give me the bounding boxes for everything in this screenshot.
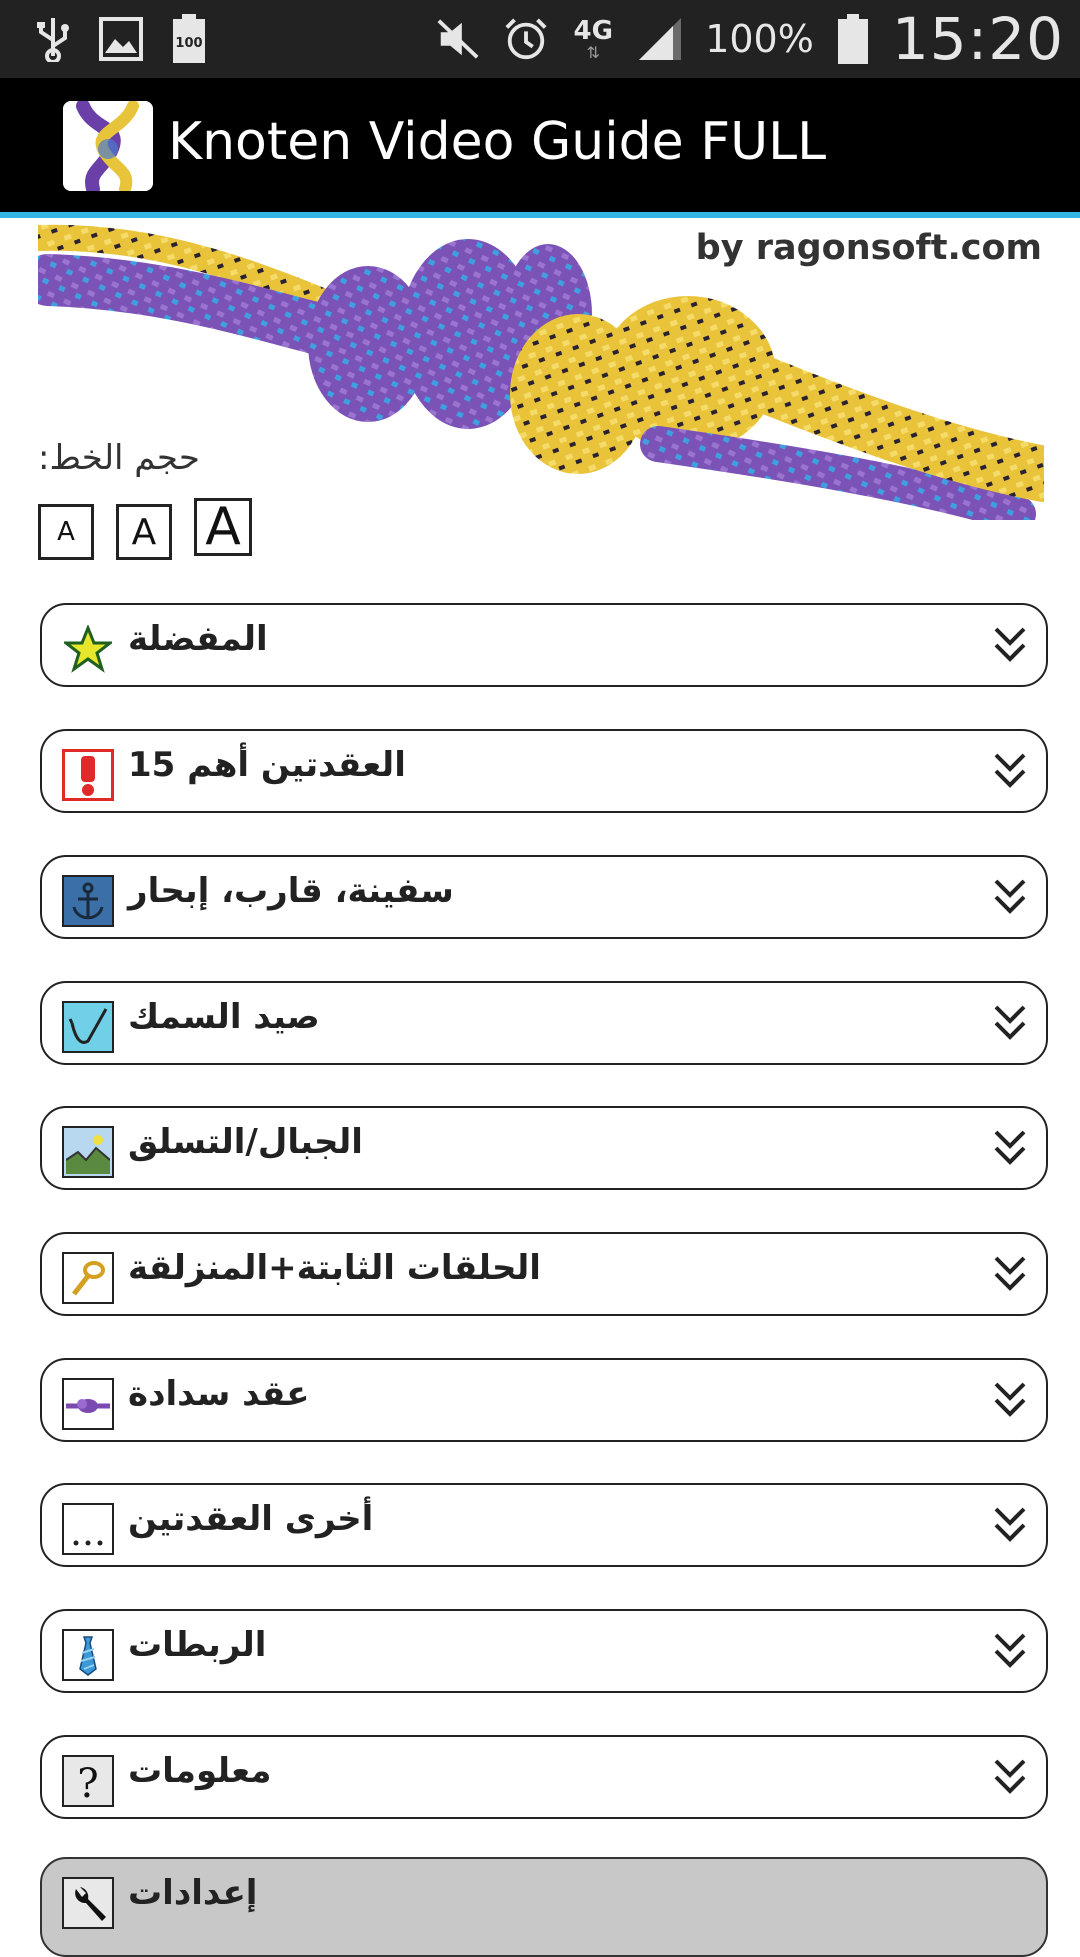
chevron-down-icon <box>994 1507 1026 1542</box>
category-label: المفضلة <box>128 619 268 659</box>
wrench-icon <box>62 1877 114 1929</box>
category-information[interactable]: ? معلومات <box>40 1735 1048 1819</box>
category-stopper-knots[interactable]: عقد سدادة <box>40 1358 1048 1442</box>
clock: 15:20 <box>891 5 1064 73</box>
category-label: معلومات <box>128 1751 272 1791</box>
category-other-knots[interactable]: أخرى العقدتين <box>40 1483 1048 1567</box>
action-bar-divider <box>0 212 1080 218</box>
battery-100-icon: 100 <box>166 14 212 63</box>
chevron-down-icon <box>994 627 1026 662</box>
network-4g-icon: 4G ⇅ <box>573 16 613 62</box>
battery-percent: 100% <box>705 17 814 61</box>
chevron-down-icon <box>994 1256 1026 1291</box>
chevron-down-icon <box>994 1633 1026 1668</box>
stopper-knot-icon <box>62 1378 114 1430</box>
category-label: الجبال/التسلق <box>128 1122 363 1162</box>
category-loops[interactable]: الحلقات الثابتة+المنزلقة <box>40 1232 1048 1316</box>
category-climbing[interactable]: الجبال/التسلق <box>40 1106 1048 1190</box>
mute-icon <box>435 16 481 62</box>
category-label: سفينة، قارب، إبحار <box>128 871 454 911</box>
status-bar: 100 4G ⇅ 100% 15:20 <box>0 0 1080 78</box>
category-settings[interactable]: إعدادات <box>40 1857 1048 1957</box>
exclamation-icon <box>62 749 114 801</box>
byline[interactable]: by ragonsoft.com <box>696 228 1042 268</box>
category-label: إعدادات <box>128 1873 258 1913</box>
category-boating[interactable]: سفينة، قارب، إبحار <box>40 855 1048 939</box>
category-label: أخرى العقدتين <box>128 1499 374 1539</box>
ellipsis-icon <box>62 1503 114 1555</box>
chevron-down-icon <box>994 879 1026 914</box>
category-favorites[interactable]: المفضلة <box>40 603 1048 687</box>
category-ties[interactable]: الربطات <box>40 1609 1048 1693</box>
category-label: الربطات <box>128 1625 267 1665</box>
loop-icon <box>62 1252 114 1304</box>
anchor-icon <box>62 875 114 927</box>
chevron-down-icon <box>994 1382 1026 1417</box>
svg-text:?: ? <box>77 1761 98 1803</box>
chevron-down-icon <box>994 753 1026 788</box>
usb-icon <box>30 16 76 62</box>
font-size-large-button[interactable]: A <box>194 497 252 557</box>
fishing-icon <box>62 1001 114 1053</box>
star-icon <box>62 623 114 675</box>
alarm-icon <box>503 16 549 62</box>
category-top-15[interactable]: العقدتين أهم 15 <box>40 729 1048 813</box>
app-title: Knoten Video Guide FULL <box>168 112 827 172</box>
svg-text:100: 100 <box>175 36 202 51</box>
font-size-label: :حجم الخط <box>38 438 200 478</box>
question-icon: ? <box>62 1755 114 1807</box>
font-size-medium-button[interactable]: A <box>116 504 172 560</box>
font-size-small-button[interactable]: A <box>38 504 94 560</box>
signal-icon <box>637 16 683 62</box>
category-fishing[interactable]: صيد السمك <box>40 981 1048 1065</box>
category-label: العقدتين أهم 15 <box>128 745 406 785</box>
battery-icon <box>836 14 870 64</box>
mountain-icon <box>62 1126 114 1178</box>
app-logo[interactable] <box>63 101 153 191</box>
chevron-down-icon <box>994 1759 1026 1794</box>
category-label: الحلقات الثابتة+المنزلقة <box>128 1248 541 1288</box>
category-label: صيد السمك <box>128 997 320 1037</box>
chevron-down-icon <box>994 1130 1026 1165</box>
image-icon <box>98 16 144 62</box>
category-label: عقد سدادة <box>128 1374 310 1414</box>
font-size-buttons: A A A <box>38 497 252 560</box>
chevron-down-icon <box>994 1005 1026 1040</box>
tie-icon <box>62 1629 114 1681</box>
